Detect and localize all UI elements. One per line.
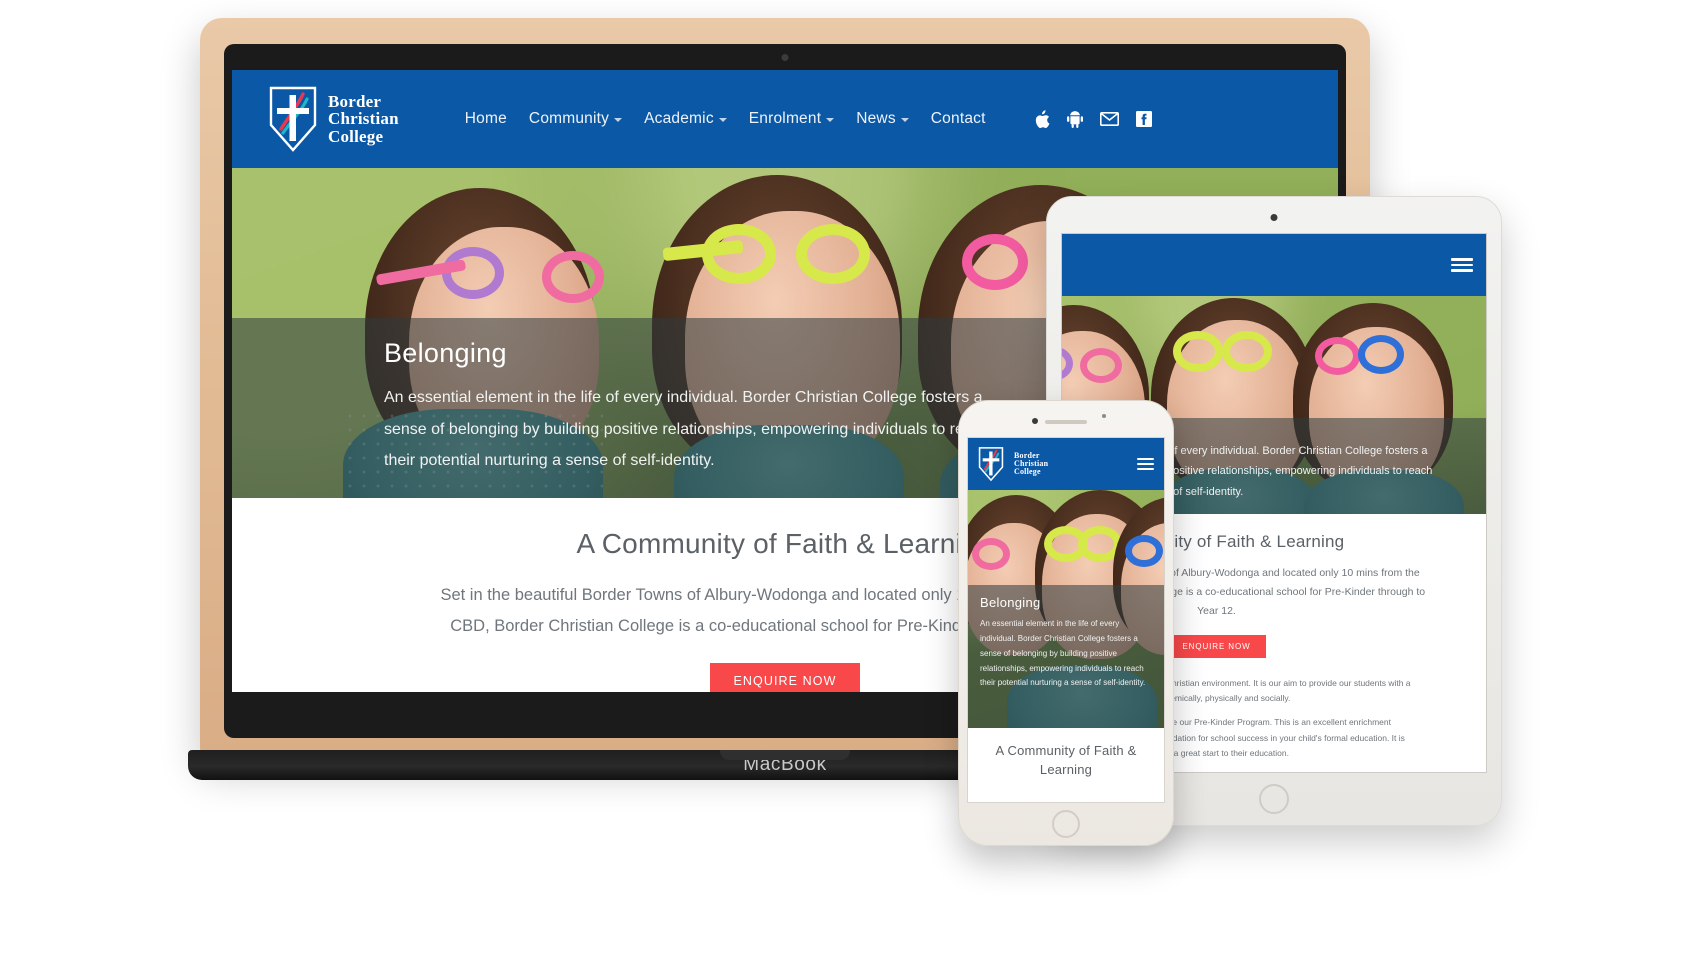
hamburger-menu-icon[interactable] [1451, 258, 1473, 272]
chevron-down-icon [900, 118, 909, 122]
facebook-icon[interactable] [1135, 111, 1152, 127]
nav-item-enrolment[interactable]: Enrolment [748, 110, 835, 128]
brand-line-1: Border [328, 92, 382, 111]
nav-label: Enrolment [748, 110, 822, 127]
hero-title: Belonging [980, 595, 1041, 611]
phone-body: Border Christian College Belonging An es… [958, 400, 1174, 846]
tablet-navbar: Border Christian College [1062, 234, 1486, 296]
mockup-stage: Border Christian College Home Community … [0, 0, 1702, 958]
chevron-down-icon [614, 118, 623, 122]
proximity-sensor-icon [1102, 414, 1106, 418]
chevron-down-icon [826, 118, 835, 122]
home-button-icon[interactable] [1259, 784, 1289, 814]
phone-mockup: Border Christian College Belonging An es… [958, 400, 1174, 846]
brand-line-2: Christian [328, 109, 399, 129]
nav-item-contact[interactable]: Contact [931, 110, 986, 128]
email-icon[interactable] [1099, 112, 1119, 126]
home-button-icon[interactable] [1052, 810, 1080, 838]
laptop-notch [720, 750, 850, 760]
phone-site-logo[interactable]: Border Christian College [978, 446, 1048, 482]
phone-navbar: Border Christian College [968, 438, 1164, 490]
site-logo[interactable]: Border Christian College [268, 85, 399, 153]
phone-hero-banner: Belonging An essential element in the li… [968, 490, 1164, 728]
phone-main-section: A Community of Faith & Learning [968, 728, 1164, 780]
nav-label: Home [464, 110, 507, 127]
hero-description: An essential element in the life of ever… [384, 389, 990, 469]
social-icon-group [1034, 109, 1152, 129]
brand-wordmark: Border Christian College [328, 93, 399, 145]
phone-brand-wordmark: Border Christian College [1014, 451, 1048, 477]
android-icon[interactable] [1066, 110, 1083, 128]
shield-cross-logo-icon [978, 447, 1004, 482]
page-title: A Community of Faith & Learning [995, 743, 1137, 777]
nav-label: Community [528, 110, 610, 127]
earpiece-speaker-icon [1045, 420, 1087, 424]
hero-text-overlay: Belonging An essential element in the li… [968, 585, 1164, 728]
nav-item-academic[interactable]: Academic [644, 110, 727, 128]
phone-viewport: Border Christian College Belonging An es… [967, 437, 1165, 803]
nav-item-news[interactable]: News [856, 110, 909, 128]
enquire-now-button[interactable]: ENQUIRE NOW [1167, 634, 1266, 658]
brand-line-3: College [1014, 467, 1041, 477]
website-phone: Border Christian College Belonging An es… [968, 438, 1164, 802]
nav-label: News [856, 110, 896, 127]
shield-cross-logo-icon [269, 86, 317, 152]
nav-label: Contact [930, 110, 986, 127]
apple-icon[interactable] [1034, 109, 1050, 129]
nav-item-home[interactable]: Home [465, 110, 507, 128]
nav-label: Academic [644, 110, 714, 127]
hamburger-menu-icon[interactable] [1137, 458, 1154, 470]
enquire-now-button[interactable]: ENQUIRE NOW [710, 663, 860, 692]
chevron-down-icon [718, 118, 727, 122]
webcam-dot-icon [781, 54, 789, 61]
site-navbar: Border Christian College Home Community … [232, 70, 1338, 168]
nav-item-community[interactable]: Community [528, 110, 623, 128]
hero-description: An essential element in the life of ever… [980, 619, 1146, 688]
brand-line-3: College [328, 126, 384, 146]
front-camera-dot-icon [1270, 214, 1278, 221]
primary-navigation: Home Community Academic Enrolment News C… [465, 109, 1152, 129]
front-camera-dot-icon [1032, 418, 1038, 424]
